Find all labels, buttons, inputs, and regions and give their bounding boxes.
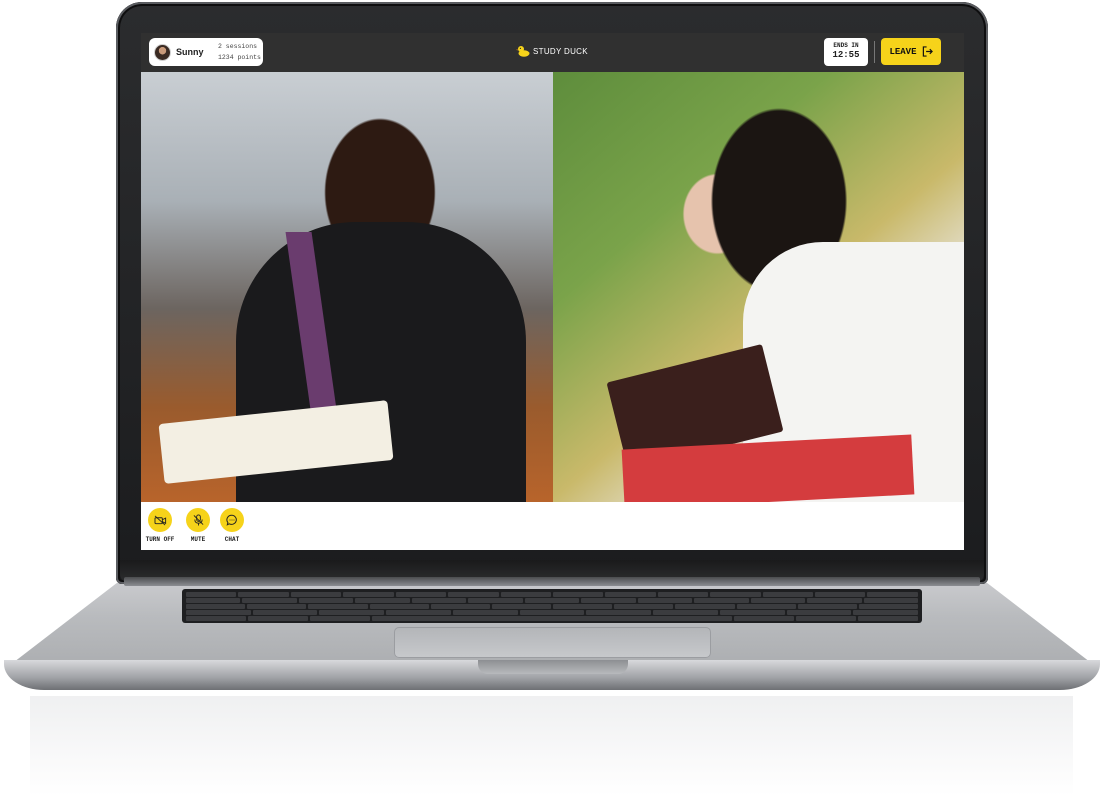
turn-off-camera-button[interactable]: TURN OFF bbox=[144, 508, 176, 543]
chat-button[interactable]: CHAT bbox=[216, 508, 248, 543]
mute-button[interactable]: MUTE bbox=[182, 508, 214, 543]
points-count: 1234 points bbox=[218, 54, 261, 61]
video-feed-right bbox=[553, 72, 964, 502]
mic-off-icon bbox=[193, 514, 203, 526]
user-name: Sunny bbox=[176, 47, 204, 57]
laptop-keyboard bbox=[182, 589, 922, 623]
avatar bbox=[154, 43, 171, 61]
turn-off-label: TURN OFF bbox=[145, 536, 175, 543]
top-bar: Sunny 2 sessions 1234 points STUDY DUCK … bbox=[141, 33, 964, 72]
user-card[interactable]: Sunny 2 sessions 1234 points bbox=[149, 38, 263, 66]
laptop-hinge bbox=[124, 577, 980, 586]
laptop-notch bbox=[478, 660, 628, 674]
video-feed-left bbox=[141, 72, 553, 502]
sessions-count: 2 sessions bbox=[218, 43, 258, 50]
exit-icon bbox=[922, 46, 933, 57]
leave-label: LEAVE bbox=[889, 46, 917, 57]
app-screen: Sunny 2 sessions 1234 points STUDY DUCK … bbox=[141, 33, 964, 550]
camera-off-icon bbox=[154, 515, 166, 525]
laptop-reflection bbox=[30, 696, 1073, 796]
chat-icon bbox=[226, 514, 237, 526]
laptop-trackpad bbox=[394, 627, 711, 658]
user-stats: 2 sessions 1234 points bbox=[218, 41, 261, 63]
brand-name: STUDY DUCK bbox=[533, 46, 588, 56]
leave-button[interactable]: LEAVE bbox=[881, 38, 941, 65]
timer-label: ENDS IN bbox=[833, 42, 859, 49]
chat-label: CHAT bbox=[224, 536, 240, 543]
call-controls: TURN OFF MUTE CHAT bbox=[141, 502, 964, 550]
mute-label: MUTE bbox=[190, 536, 206, 543]
duck-icon bbox=[516, 46, 530, 57]
header-divider bbox=[874, 41, 875, 63]
timer-value: 12:55 bbox=[832, 50, 860, 60]
brand-logo: STUDY DUCK bbox=[516, 45, 588, 57]
session-timer: ENDS IN 12:55 bbox=[824, 38, 868, 66]
